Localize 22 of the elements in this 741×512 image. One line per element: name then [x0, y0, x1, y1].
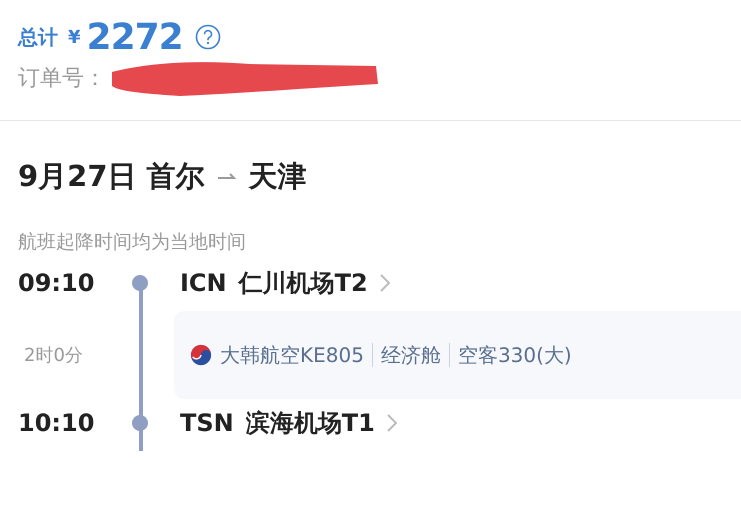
- chevron-right-icon: [380, 274, 390, 292]
- flight-date: 9月27日: [18, 158, 137, 195]
- total-label: 总计: [18, 24, 58, 50]
- airport-link[interactable]: 仁川机场T2: [238, 267, 368, 299]
- airport-link[interactable]: 滨海机场T1: [246, 407, 375, 439]
- help-icon[interactable]: [194, 24, 221, 50]
- local-time-note: 航班起降时间均为当地时间: [17, 230, 247, 255]
- aircraft-type: 空客330(大): [458, 342, 572, 368]
- cabin-class: 经济舱: [380, 342, 441, 368]
- airline-logo-icon: [190, 344, 212, 366]
- airline-flight-number: 大韩航空KE805: [220, 342, 364, 368]
- chevron-right-icon: [386, 414, 397, 432]
- flight-duration: 2时0分: [23, 344, 84, 367]
- total-price: 2272: [86, 16, 183, 58]
- origin-city: 首尔: [146, 158, 205, 195]
- airport-code: TSN: [180, 409, 234, 437]
- order-number-label: 订单号：: [18, 65, 106, 93]
- airport-code: ICN: [180, 269, 227, 297]
- departure-time: 09:10: [18, 269, 96, 297]
- destination-city: 天津: [248, 158, 307, 195]
- currency-symbol: ¥: [68, 26, 81, 48]
- arrival-time: 10:10: [18, 409, 96, 437]
